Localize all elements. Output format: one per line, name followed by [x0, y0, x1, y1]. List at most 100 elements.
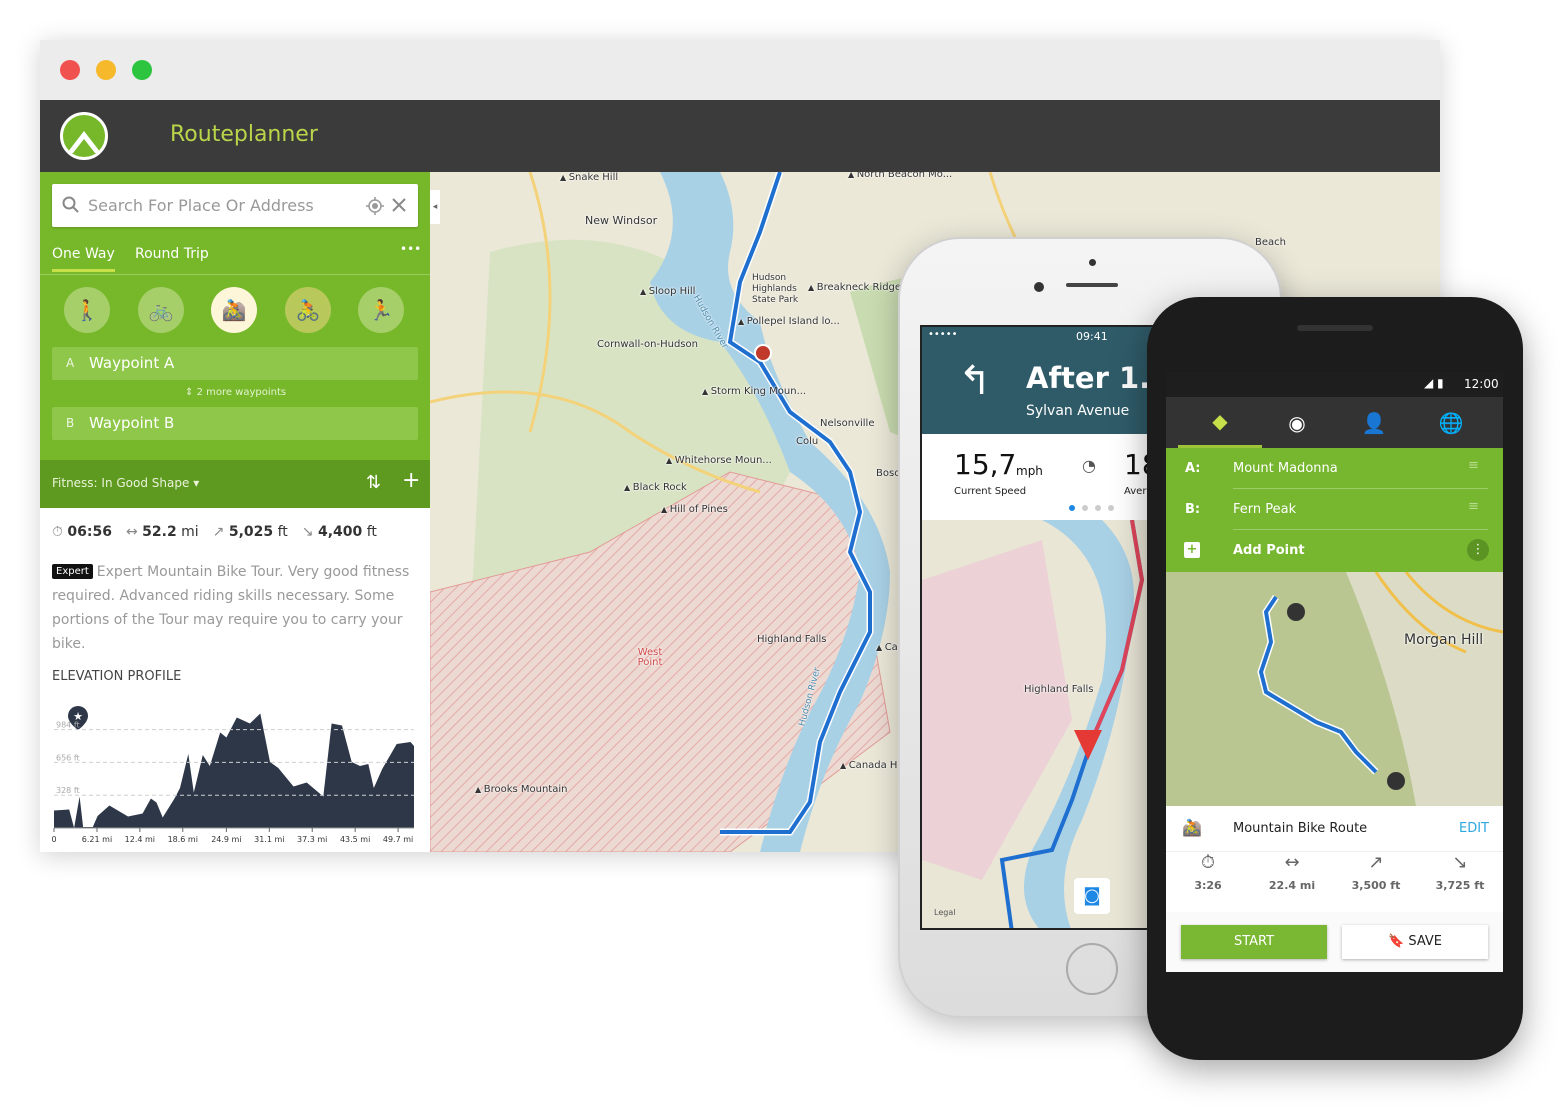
fitness-dropdown[interactable]: Fitness: In Good Shape ▾ — [52, 476, 199, 490]
speed-label: Current Speed — [954, 486, 1027, 497]
status-time: 12:00 — [1464, 377, 1499, 391]
street-name: Sylvan Avenue — [1026, 403, 1130, 419]
running-icon: 🏃 — [368, 298, 394, 322]
mode-road-bike-button[interactable]: 🚴 — [285, 287, 331, 333]
drag-handle-icon[interactable]: ≡ — [1468, 458, 1479, 473]
waypoint-a-field[interactable]: A Waypoint A — [52, 347, 418, 380]
y-tick-label: 984 ft — [56, 721, 80, 730]
x-tick-label: 0 — [51, 835, 56, 844]
tab-route-planner[interactable]: ◆ — [1178, 397, 1262, 448]
caret-down-icon: ▾ — [193, 476, 200, 490]
mode-mountain-bike-button[interactable]: 🚵 — [211, 287, 257, 333]
waypoint-name: Mount Madonna — [1233, 461, 1338, 476]
difficulty-description: Expert Expert Mountain Bike Tour. Very go… — [52, 560, 412, 656]
hiking-icon: 🚶 — [74, 298, 100, 322]
x-tick-label: 24.9 mi — [211, 835, 241, 844]
more-options-button[interactable]: ••• — [400, 242, 421, 256]
locate-icon[interactable] — [366, 197, 384, 215]
logo[interactable] — [60, 112, 108, 160]
map-label[interactable]: West Point — [635, 648, 665, 668]
y-tick-label: 328 ft — [56, 786, 80, 795]
start-button[interactable]: START — [1181, 925, 1327, 959]
map-label[interactable]: Hudson Highlands State Park — [752, 272, 802, 306]
map-label[interactable]: Nelsonville — [820, 418, 874, 429]
mode-hiking-button[interactable]: 🚶 — [64, 287, 110, 333]
tab-discover[interactable]: 🌐 — [1409, 397, 1493, 448]
camera-button[interactable]: ◙ — [1074, 878, 1110, 914]
distance-icon: ↔ — [125, 524, 143, 540]
map-label[interactable]: Beach — [1255, 237, 1286, 248]
map-label[interactable]: Morgan Hill — [1404, 632, 1483, 648]
map-label[interactable]: Whitehorse Moun... — [666, 455, 772, 466]
map-label[interactable]: Cornwall-on-Hudson — [597, 339, 698, 350]
search-input[interactable] — [88, 193, 358, 217]
elevation-chart[interactable]: ★328 ft656 ft984 ft0 6.21 mi 12.4 mi 18.6 m… — [48, 700, 420, 850]
android-map[interactable]: Morgan Hill — [1166, 572, 1503, 806]
add-waypoint-icon[interactable]: + — [402, 468, 420, 493]
more-vertical-icon[interactable]: ⋮ — [1467, 539, 1489, 561]
map-label[interactable]: Storm King Moun... — [702, 386, 806, 397]
elevation-title: ELEVATION PROFILE — [52, 669, 182, 684]
window-titlebar — [40, 40, 1440, 100]
elevation-area — [54, 713, 414, 828]
android-screen: ◢ ▮ 12:00 ◆ ◉ 👤 🌐 A: Mount Madonna ≡ B: Fer… — [1166, 372, 1503, 972]
add-point-row[interactable]: + Add Point ⋮ — [1166, 530, 1503, 571]
map-label[interactable]: Highland Falls — [757, 634, 826, 645]
edit-button[interactable]: EDIT — [1459, 821, 1489, 836]
turn-left-icon: ↰ — [958, 358, 992, 404]
x-tick-label: 49.7 mi — [383, 835, 413, 844]
x-tick-label: 18.6 mi — [168, 835, 198, 844]
close-window-button[interactable] — [60, 60, 80, 80]
waypoint-b-field[interactable]: B Waypoint B — [52, 407, 418, 440]
route-icon: ◆ — [1212, 409, 1228, 433]
mode-running-button[interactable]: 🏃 — [358, 287, 404, 333]
downhill-icon: ↘ — [1452, 852, 1468, 873]
map-label[interactable]: Brooks Mountain — [475, 784, 568, 795]
map-label[interactable]: Canada H — [840, 760, 898, 771]
map-label[interactable]: Hill of Pines — [661, 504, 728, 515]
waypoint-letter: B — [66, 416, 75, 430]
mode-touring-bike-button[interactable]: 🚲 — [138, 287, 184, 333]
map-label[interactable]: Snake Hill — [560, 172, 618, 183]
map-label[interactable]: Colu — [796, 436, 818, 447]
add-point-label: Add Point — [1233, 543, 1305, 558]
map-label[interactable]: Ca — [876, 642, 898, 653]
close-icon[interactable] — [392, 198, 406, 212]
map-label[interactable]: Black Rock — [624, 482, 687, 493]
globe-icon: 🌐 — [1438, 410, 1464, 435]
save-label: SAVE — [1408, 934, 1442, 949]
map-label[interactable]: Pollepel Island lo... — [738, 316, 840, 327]
map-label[interactable]: Highland Falls — [1024, 684, 1093, 695]
maximize-window-button[interactable] — [132, 60, 152, 80]
minimize-window-button[interactable] — [96, 60, 116, 80]
tab-one-way[interactable]: One Way — [52, 246, 115, 272]
reverse-route-icon[interactable]: ⇅ — [366, 472, 381, 493]
uphill-icon: ↗ — [212, 524, 229, 540]
map-label[interactable]: Sloop Hill — [640, 286, 696, 297]
waypoint-b-row[interactable]: B: Fern Peak ≡ — [1166, 489, 1503, 530]
map-label[interactable]: New Windsor — [585, 214, 657, 227]
tab-round-trip[interactable]: Round Trip — [135, 246, 209, 262]
save-button[interactable]: 🔖 SAVE — [1342, 925, 1488, 959]
x-tick-label: 31.1 mi — [254, 835, 284, 844]
collapse-panel-button[interactable]: ◂ — [430, 190, 440, 224]
tab-profile[interactable]: 👤 — [1332, 397, 1416, 448]
tab-record[interactable]: ◉ — [1255, 397, 1339, 448]
legal-link[interactable]: Legal — [934, 908, 955, 917]
map-label[interactable]: North Beacon Mo... — [848, 172, 953, 180]
home-button[interactable] — [1066, 943, 1118, 995]
distance-icon: ↔ — [1284, 852, 1300, 873]
map-label[interactable]: Breakneck Ridge — [808, 282, 901, 293]
speed-value: 15,7 — [954, 448, 1017, 481]
more-waypoints-toggle[interactable]: ⇕ 2 more waypoints — [185, 387, 286, 398]
page-indicator[interactable] — [1069, 505, 1114, 511]
map-label[interactable]: Bosc — [876, 468, 900, 479]
status-bar: ◢ ▮ 12:00 — [1166, 372, 1503, 397]
mountain-bike-icon: 🚵 — [221, 298, 247, 322]
waypoint-letter: A — [66, 356, 75, 370]
waypoint-a-row[interactable]: A: Mount Madonna ≡ — [1166, 448, 1503, 489]
stat-distance: ↔ 22.4 mi — [1250, 852, 1334, 892]
search-icon — [62, 196, 79, 213]
drag-handle-icon[interactable]: ≡ — [1468, 499, 1479, 514]
x-tick-label: 43.5 mi — [340, 835, 370, 844]
